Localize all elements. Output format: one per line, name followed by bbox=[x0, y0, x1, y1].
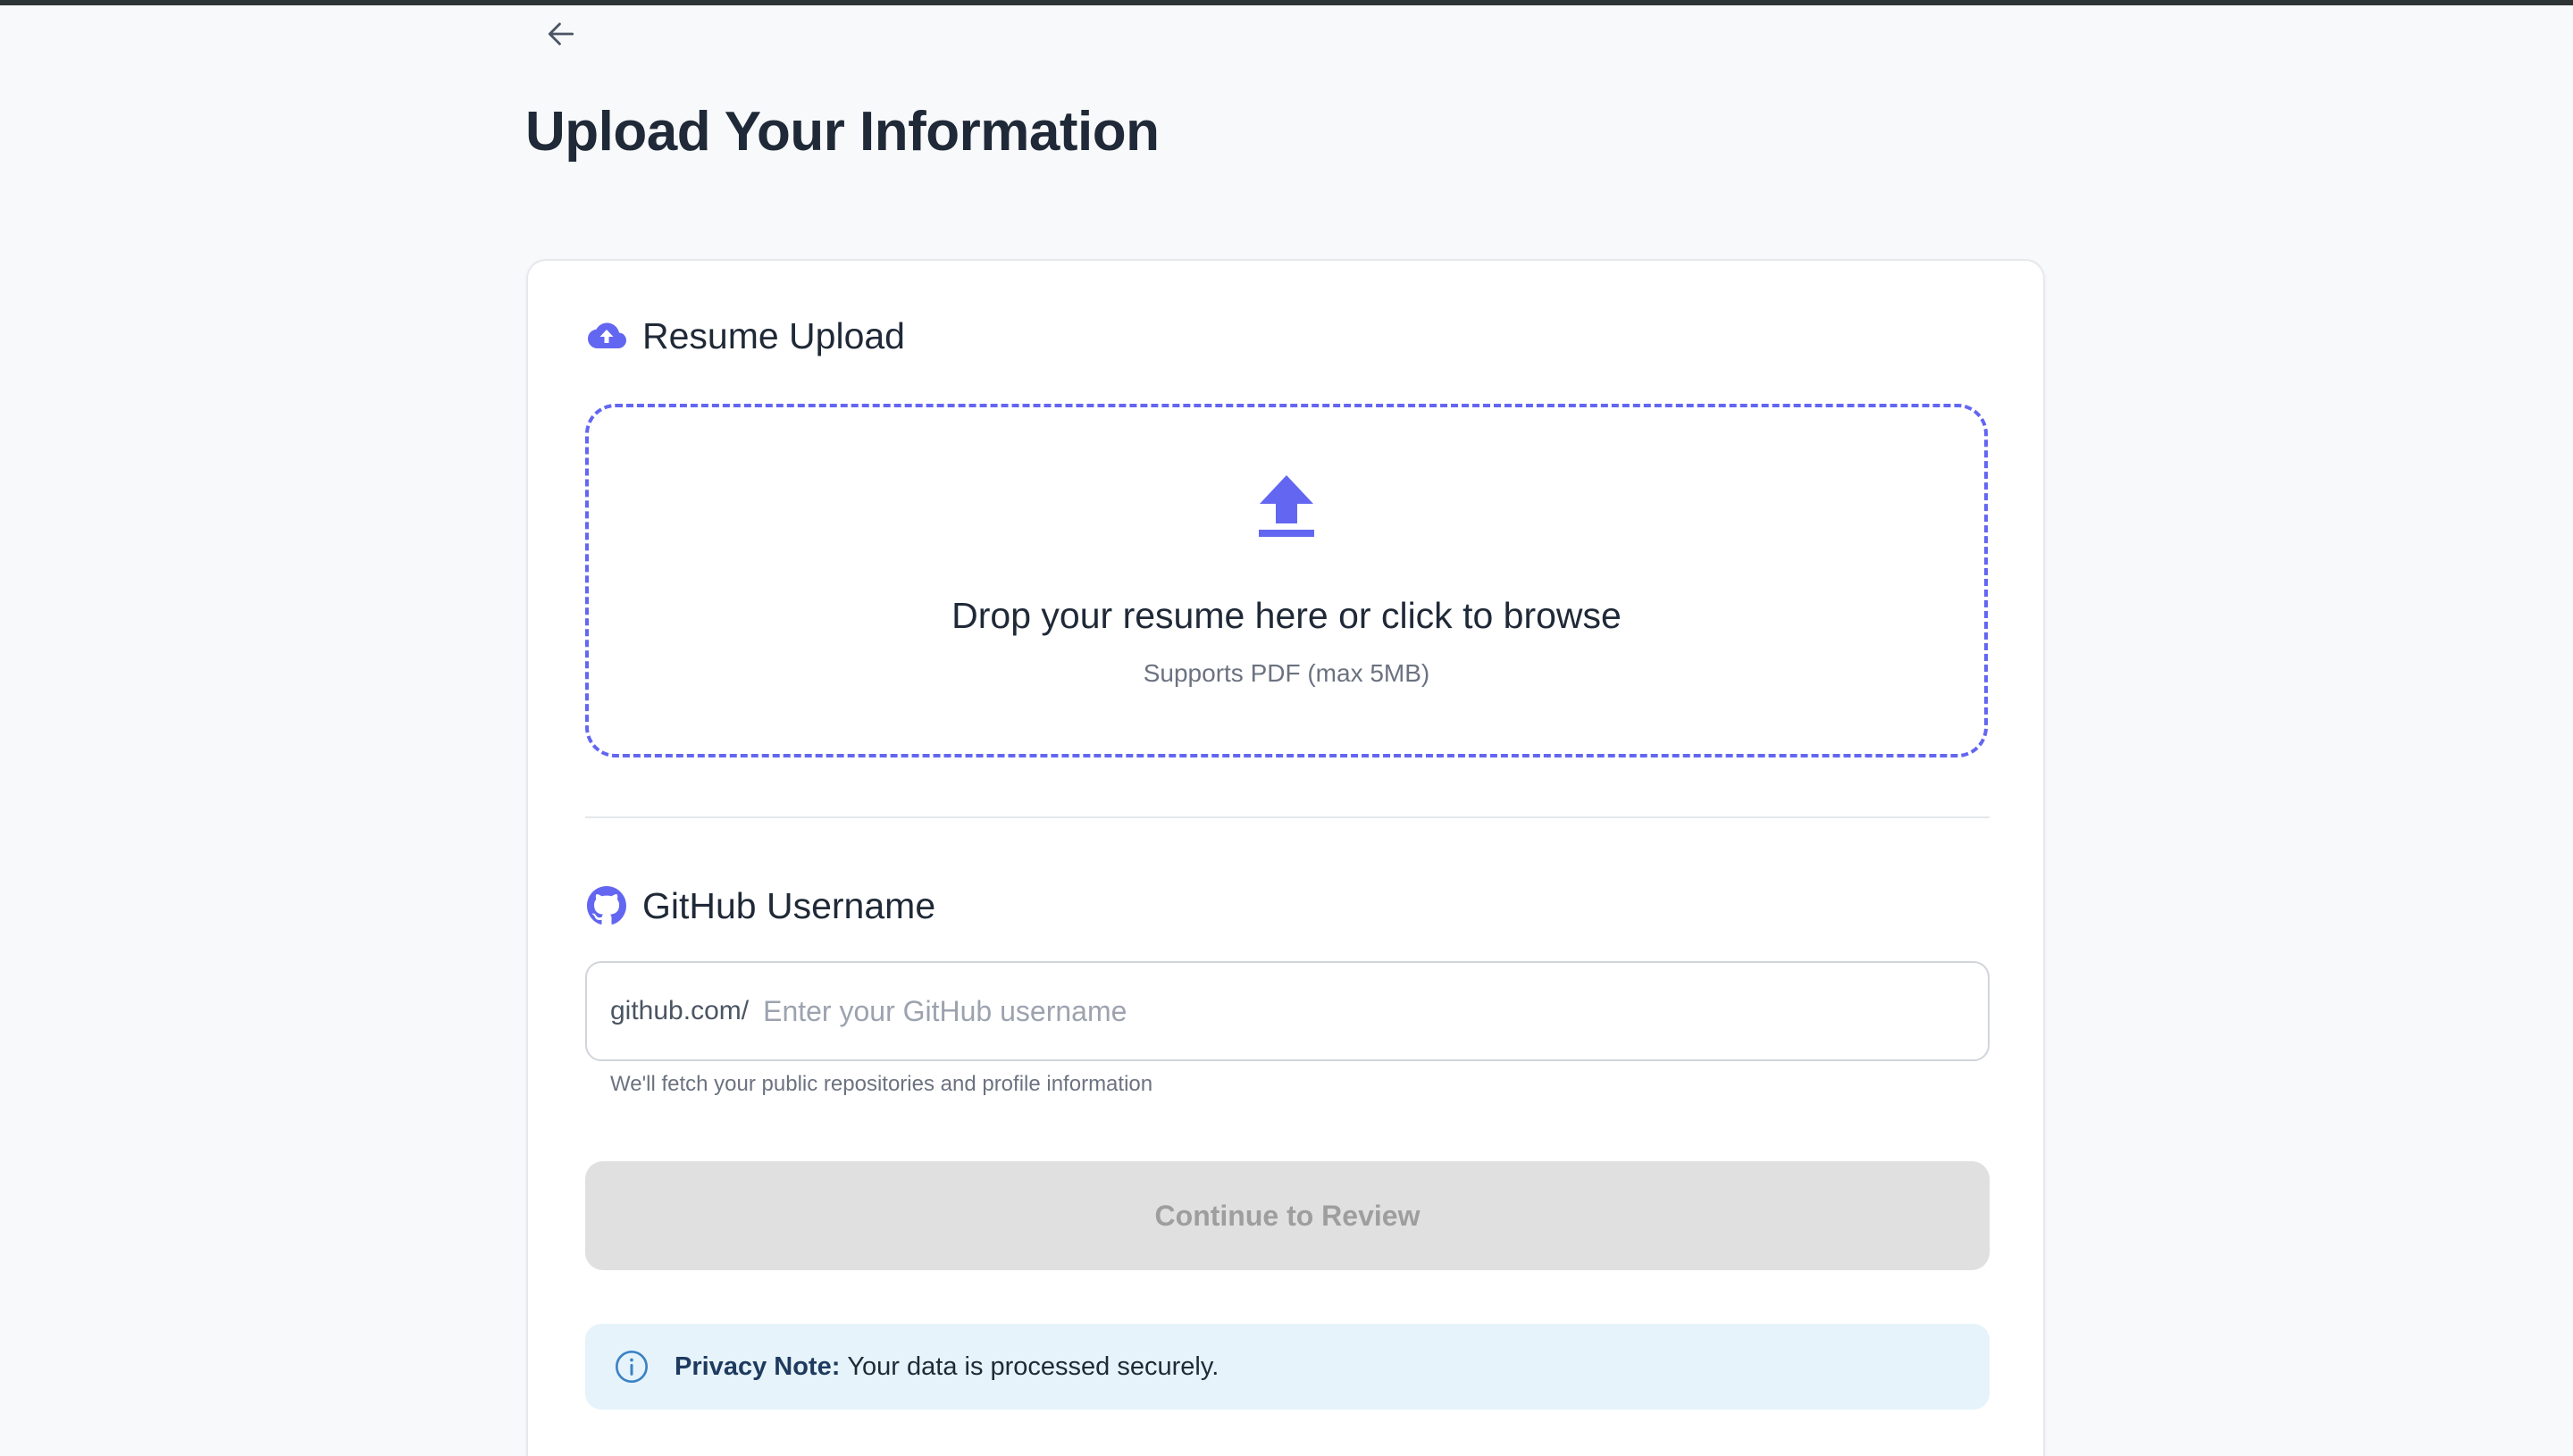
privacy-note: Privacy Note: Your data is processed secu… bbox=[585, 1324, 1990, 1410]
back-button[interactable] bbox=[536, 14, 586, 54]
github-section-heading: GitHub Username bbox=[585, 884, 935, 927]
dropzone-subtitle: Supports PDF (max 5MB) bbox=[1143, 659, 1430, 687]
dropzone-title: Drop your resume here or click to browse bbox=[951, 595, 1622, 636]
cloud-upload-icon bbox=[585, 314, 628, 357]
page-title: Upload Your Information bbox=[525, 101, 1160, 163]
privacy-note-message: Your data is processed securely. bbox=[847, 1351, 1219, 1381]
arrow-left-icon bbox=[548, 22, 574, 46]
upload-arrow-icon bbox=[1259, 475, 1314, 537]
privacy-note-text: Privacy Note: Your data is processed secu… bbox=[675, 1352, 1219, 1382]
info-icon bbox=[614, 1349, 650, 1385]
github-icon bbox=[585, 884, 628, 927]
resume-dropzone[interactable]: Drop your resume here or click to browse… bbox=[585, 404, 1988, 757]
continue-to-review-button[interactable]: Continue to Review bbox=[585, 1161, 1990, 1270]
section-divider bbox=[585, 816, 1990, 818]
github-input-group[interactable]: github.com/ bbox=[585, 961, 1990, 1061]
resume-section-title: Resume Upload bbox=[642, 314, 905, 356]
privacy-note-label: Privacy Note: bbox=[675, 1351, 841, 1381]
upload-card: Resume Upload Drop your resume here or c… bbox=[526, 259, 2045, 1456]
github-helper-text: We'll fetch your public repositories and… bbox=[610, 1072, 1153, 1096]
github-username-input[interactable] bbox=[763, 984, 1988, 1038]
github-section-title: GitHub Username bbox=[642, 884, 936, 926]
top-window-strip bbox=[0, 0, 2573, 5]
github-url-prefix: github.com/ bbox=[610, 996, 750, 1025]
resume-section-heading: Resume Upload bbox=[585, 314, 905, 357]
